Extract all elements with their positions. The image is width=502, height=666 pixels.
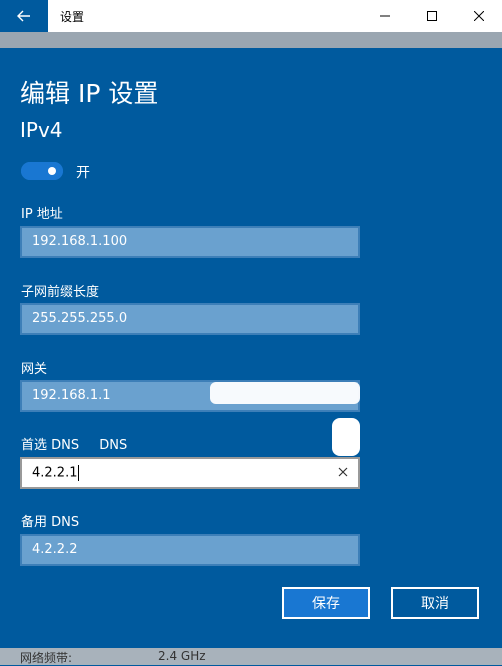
minimize-icon bbox=[380, 15, 390, 17]
background-strip bbox=[0, 32, 502, 48]
minimize-button[interactable] bbox=[362, 0, 408, 32]
preferred-dns-label-text: 首选 DNS bbox=[21, 438, 80, 453]
ip-address-input[interactable]: 192.168.1.100 bbox=[20, 226, 360, 258]
subnet-prefix-value: 255.255.255.0 bbox=[32, 311, 128, 326]
ipv4-toggle[interactable] bbox=[21, 162, 63, 180]
toggle-knob bbox=[48, 167, 56, 175]
alternate-dns-input[interactable]: 4.2.2.2 bbox=[20, 534, 360, 566]
redaction-blur-2 bbox=[332, 418, 360, 456]
save-button[interactable]: 保存 bbox=[282, 587, 370, 619]
back-button[interactable] bbox=[0, 0, 48, 32]
preferred-dns-value: 4.2.2.1 bbox=[32, 465, 78, 481]
close-button[interactable] bbox=[456, 0, 502, 32]
preferred-dns-input[interactable]: 4.2.2.1 bbox=[20, 457, 360, 489]
ip-address-label: IP 地址 bbox=[21, 207, 63, 222]
subnet-prefix-input[interactable]: 255.255.255.0 bbox=[20, 303, 360, 335]
title-bar: 设置 bbox=[0, 0, 502, 32]
network-band-label: 网络频带: bbox=[20, 651, 73, 665]
redaction-blur bbox=[210, 382, 360, 404]
page-title: 编辑 IP 设置 bbox=[20, 79, 159, 108]
preferred-dns-label-extra: DNS bbox=[99, 438, 128, 453]
alternate-dns-value: 4.2.2.2 bbox=[32, 542, 78, 557]
subnet-prefix-label: 子网前缀长度 bbox=[21, 285, 100, 300]
close-icon bbox=[474, 11, 484, 21]
maximize-icon bbox=[427, 11, 437, 21]
window-title: 设置 bbox=[60, 10, 85, 24]
clear-text-icon[interactable] bbox=[334, 463, 352, 481]
ipv4-heading: IPv4 bbox=[20, 118, 63, 142]
ip-address-value: 192.168.1.100 bbox=[32, 234, 128, 249]
cancel-button[interactable]: 取消 bbox=[391, 587, 479, 619]
gateway-label: 网关 bbox=[21, 362, 48, 377]
text-cursor bbox=[78, 465, 80, 481]
toggle-label: 开 bbox=[76, 165, 90, 181]
back-arrow-icon bbox=[17, 10, 30, 22]
gateway-value: 192.168.1.1 bbox=[32, 388, 111, 403]
network-band-value: 2.4 GHz bbox=[158, 649, 206, 663]
alternate-dns-label: 备用 DNS bbox=[21, 515, 80, 530]
preferred-dns-label: 首选 DNS DNS bbox=[21, 434, 127, 453]
maximize-button[interactable] bbox=[409, 0, 455, 32]
bottom-status-bar: 网络频带: 2.4 GHz bbox=[0, 648, 502, 665]
